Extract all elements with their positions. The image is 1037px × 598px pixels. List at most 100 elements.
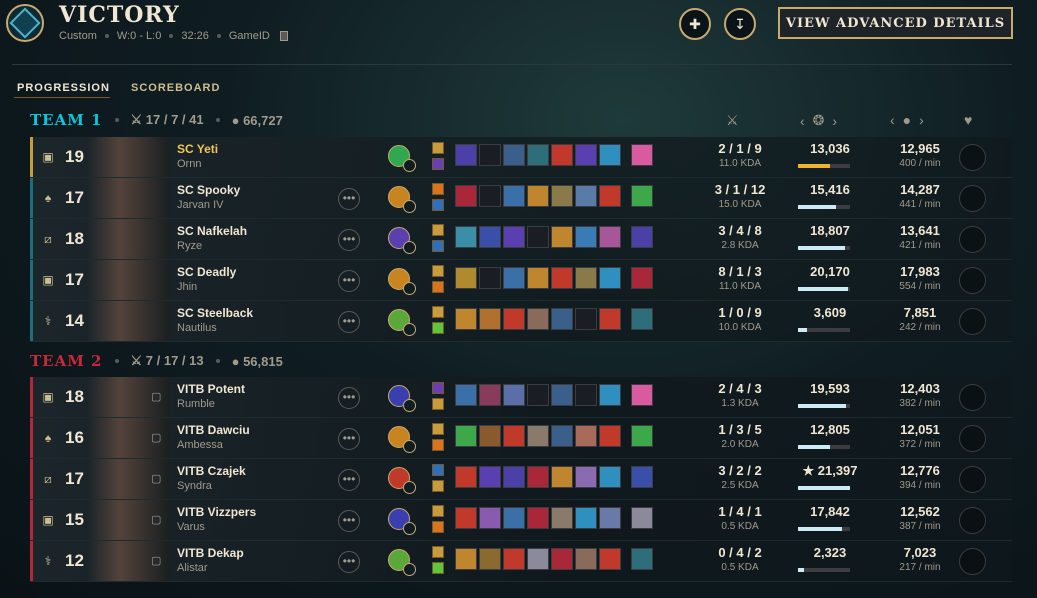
player-name[interactable]: SC Nafkelah	[177, 224, 247, 238]
summoner-spell-icon[interactable]	[432, 240, 444, 252]
summoner-spell-icon[interactable]	[432, 322, 444, 334]
item-slot[interactable]	[551, 466, 573, 488]
item-slot[interactable]	[599, 226, 621, 248]
item-slot[interactable]	[527, 144, 549, 166]
item-slot[interactable]	[503, 226, 525, 248]
secondary-rune-icon[interactable]	[403, 522, 416, 535]
summoner-spell-icon[interactable]	[432, 562, 444, 574]
item-slot[interactable]	[527, 548, 549, 570]
item-slot[interactable]	[527, 308, 549, 330]
copy-icon[interactable]	[279, 31, 288, 41]
item-slot[interactable]	[527, 267, 549, 289]
more-options-button[interactable]: •••	[338, 229, 360, 251]
summoner-spell-icon[interactable]	[432, 158, 444, 170]
trinket-slot[interactable]	[631, 308, 653, 330]
trinket-slot[interactable]	[631, 466, 653, 488]
player-row[interactable]: ▣ 18 ▢ VITB Potent Rumble ••• 2 / 4 / 3 1.3 KDA…	[30, 377, 1012, 418]
more-options-button[interactable]: •••	[338, 188, 360, 210]
more-options-button[interactable]: •••	[338, 270, 360, 292]
champion-portrait[interactable]	[87, 260, 169, 300]
trinket-slot[interactable]	[631, 548, 653, 570]
champion-portrait[interactable]	[87, 301, 169, 341]
download-button[interactable]: ↧	[724, 8, 756, 40]
trinket-slot[interactable]	[631, 384, 653, 406]
item-slot[interactable]	[479, 384, 501, 406]
secondary-rune-icon[interactable]	[403, 399, 416, 412]
item-slot[interactable]	[527, 226, 549, 248]
player-row[interactable]: ⧄ 18 SC Nafkelah Ryze ••• 3 / 4 / 8 2.8 KDA 18,…	[30, 219, 1012, 260]
item-slot[interactable]	[551, 548, 573, 570]
chevron-right-icon[interactable]: ›	[832, 113, 837, 129]
summoner-spell-icon[interactable]	[432, 505, 444, 517]
chevron-left-icon[interactable]: ‹	[800, 113, 805, 129]
item-slot[interactable]	[575, 507, 597, 529]
secondary-rune-icon[interactable]	[403, 159, 416, 172]
item-slot[interactable]	[599, 185, 621, 207]
trinket-slot[interactable]	[631, 507, 653, 529]
item-slot[interactable]	[527, 384, 549, 406]
item-slot[interactable]	[479, 144, 501, 166]
item-slot[interactable]	[599, 308, 621, 330]
player-name[interactable]: VITB Dawciu	[177, 423, 250, 437]
item-slot[interactable]	[599, 425, 621, 447]
chevron-left-icon[interactable]: ‹	[890, 112, 895, 128]
summoner-spell-icon[interactable]	[432, 265, 444, 277]
add-friend-button[interactable]: ✚	[679, 8, 711, 40]
item-slot[interactable]	[455, 384, 477, 406]
item-slot[interactable]	[455, 466, 477, 488]
mute-icon[interactable]: ▢	[151, 513, 165, 527]
honor-button[interactable]	[959, 185, 986, 212]
item-slot[interactable]	[599, 267, 621, 289]
item-slot[interactable]	[527, 507, 549, 529]
item-slot[interactable]	[599, 384, 621, 406]
item-slot[interactable]	[527, 185, 549, 207]
player-name[interactable]: SC Yeti	[177, 142, 218, 156]
summoner-spell-icon[interactable]	[432, 224, 444, 236]
item-slot[interactable]	[575, 425, 597, 447]
player-row[interactable]: ⚕ 14 SC Steelback Nautilus ••• 1 / 0 / 9 10.0 …	[30, 301, 1012, 342]
mute-icon[interactable]: ▢	[151, 472, 165, 486]
summoner-spell-icon[interactable]	[432, 382, 444, 394]
secondary-rune-icon[interactable]	[403, 481, 416, 494]
item-slot[interactable]	[575, 267, 597, 289]
secondary-rune-icon[interactable]	[403, 440, 416, 453]
more-options-button[interactable]: •••	[338, 387, 360, 409]
item-slot[interactable]	[575, 226, 597, 248]
champion-portrait[interactable]	[87, 219, 169, 259]
item-slot[interactable]	[551, 507, 573, 529]
summoner-spell-icon[interactable]	[432, 521, 444, 533]
item-slot[interactable]	[479, 548, 501, 570]
player-name[interactable]: VITB Vizzpers	[177, 505, 256, 519]
player-name[interactable]: VITB Potent	[177, 382, 245, 396]
player-name[interactable]: VITB Dekap	[177, 546, 244, 560]
more-options-button[interactable]: •••	[338, 510, 360, 532]
champion-portrait[interactable]	[87, 137, 169, 177]
item-slot[interactable]	[527, 466, 549, 488]
player-row[interactable]: ⚕ 12 ▢ VITB Dekap Alistar ••• 0 / 4 / 2 0.5 KDA…	[30, 541, 1012, 582]
secondary-rune-icon[interactable]	[403, 323, 416, 336]
secondary-rune-icon[interactable]	[403, 241, 416, 254]
summoner-spell-icon[interactable]	[432, 281, 444, 293]
item-slot[interactable]	[455, 185, 477, 207]
item-slot[interactable]	[575, 308, 597, 330]
item-slot[interactable]	[551, 425, 573, 447]
player-name[interactable]: SC Spooky	[177, 183, 240, 197]
item-slot[interactable]	[527, 425, 549, 447]
item-slot[interactable]	[599, 466, 621, 488]
chevron-right-icon[interactable]: ›	[919, 112, 924, 128]
honor-button[interactable]	[959, 384, 986, 411]
summoner-spell-icon[interactable]	[432, 199, 444, 211]
item-slot[interactable]	[575, 384, 597, 406]
trinket-slot[interactable]	[631, 185, 653, 207]
damage-column-header[interactable]: ‹ ❂ ›	[800, 112, 837, 129]
item-slot[interactable]	[599, 548, 621, 570]
item-slot[interactable]	[455, 548, 477, 570]
item-slot[interactable]	[599, 144, 621, 166]
item-slot[interactable]	[479, 466, 501, 488]
mute-icon[interactable]: ▢	[151, 554, 165, 568]
player-row[interactable]: ♠ 17 SC Spooky Jarvan IV ••• 3 / 1 / 12 15.0 K…	[30, 178, 1012, 219]
item-slot[interactable]	[479, 425, 501, 447]
mute-icon[interactable]: ▢	[151, 390, 165, 404]
player-row[interactable]: ⧄ 17 ▢ VITB Czajek Syndra ••• 3 / 2 / 2 2.5 KDA…	[30, 459, 1012, 500]
honor-button[interactable]	[959, 466, 986, 493]
